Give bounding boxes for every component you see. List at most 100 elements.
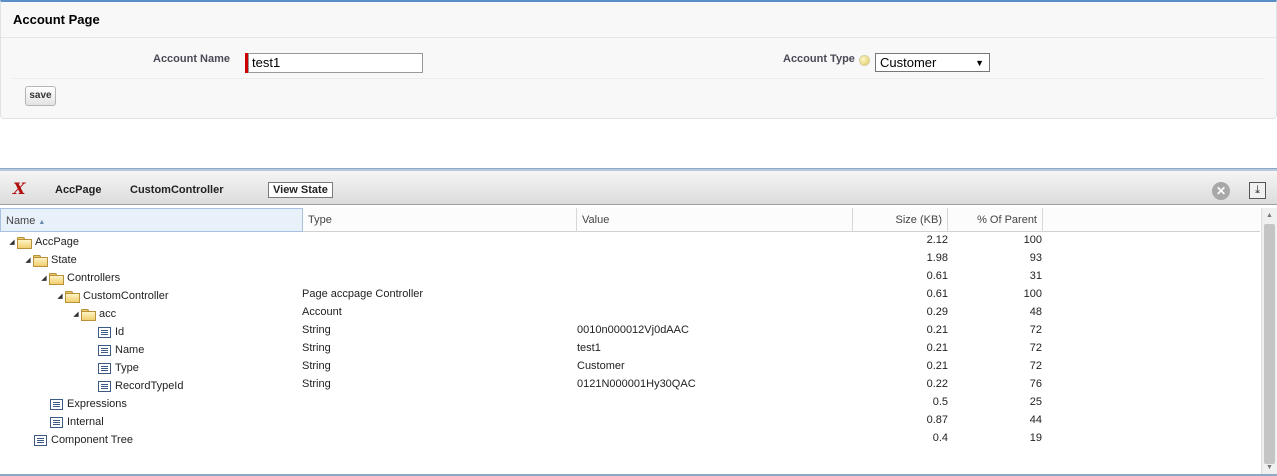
tree-node-label: acc — [99, 308, 117, 320]
collapse-triangle-icon[interactable]: ◢ — [39, 274, 49, 282]
collapse-triangle-icon[interactable]: ◢ — [7, 238, 17, 246]
cell-size: 1.98 — [926, 252, 948, 264]
tree-node-label: Id — [115, 326, 125, 338]
tree-row[interactable]: Name String test1 0.21 72 — [0, 341, 1260, 359]
tree-node-label: State — [51, 254, 77, 266]
column-header-size[interactable]: Size (KB) — [853, 208, 948, 232]
cell-percent: 93 — [1029, 252, 1042, 264]
tree-node-label: Internal — [67, 416, 104, 428]
cell-value: 0010n000012Vj0dAAC — [577, 324, 689, 336]
tree-row[interactable]: RecordTypeId String 0121N000001Hy30QAC 0.22… — [0, 377, 1260, 395]
account-type-label: Account Type — [783, 53, 855, 65]
tree-node-label: Name — [115, 344, 145, 356]
tree-node: Name — [87, 341, 144, 359]
close-icon[interactable]: ✕ — [1212, 182, 1230, 200]
tree-node: ◢ CustomController — [55, 287, 169, 305]
tree-row[interactable]: Component Tree 0.4 19 — [0, 431, 1260, 449]
tree-node: ◢ AccPage — [7, 233, 79, 251]
grid-header: Name ▲ Type Value Size (KB) % Of Parent — [0, 208, 1260, 232]
help-icon[interactable] — [859, 55, 870, 66]
column-header-value[interactable]: Value — [577, 208, 853, 232]
cell-percent: 48 — [1029, 306, 1042, 318]
cell-percent: 72 — [1029, 342, 1042, 354]
tree-node-label: CustomController — [83, 290, 169, 302]
tree-node-label: Type — [115, 362, 139, 374]
cell-size: 0.21 — [926, 324, 948, 336]
sort-ascending-icon: ▲ — [38, 219, 46, 226]
page-title: Account Page — [13, 12, 100, 27]
collapse-triangle-icon[interactable]: ◢ — [23, 256, 33, 264]
field-icon — [98, 344, 111, 356]
cell-value: Customer — [577, 360, 625, 372]
tree-row[interactable]: ◢ Controllers 0.61 31 — [0, 269, 1260, 287]
tree-node-label: RecordTypeId — [115, 380, 184, 392]
cell-type: Page accpage Controller — [302, 288, 424, 300]
scroll-thumb[interactable] — [1264, 224, 1275, 464]
tree-node: Id — [87, 323, 124, 341]
tree-row[interactable]: ◢ State 1.98 93 — [0, 251, 1260, 269]
folder-icon — [49, 272, 64, 285]
account-name-input[interactable]: test1 — [248, 53, 423, 73]
cell-value: test1 — [577, 342, 601, 354]
account-type-selected-value: Customer — [880, 55, 937, 70]
column-header-name[interactable]: Name ▲ — [0, 208, 303, 232]
cell-percent: 31 — [1029, 270, 1042, 282]
cell-percent: 19 — [1029, 432, 1042, 444]
column-header-percent[interactable]: % Of Parent — [948, 208, 1043, 232]
account-type-select[interactable]: Customer ▼ — [875, 53, 990, 72]
tree-node: RecordTypeId — [87, 377, 183, 395]
download-icon[interactable]: ⤓ — [1249, 182, 1266, 199]
cell-type: String — [302, 342, 331, 354]
tree-row[interactable]: Internal 0.87 44 — [0, 413, 1260, 431]
tab-customcontroller[interactable]: CustomController — [130, 184, 224, 196]
collapse-triangle-icon[interactable]: ◢ — [55, 292, 65, 300]
folder-icon — [33, 254, 48, 267]
tree-row[interactable]: ◢ AccPage 2.12 100 — [0, 233, 1260, 251]
tree-node-label: AccPage — [35, 236, 80, 248]
cell-type: String — [302, 324, 331, 336]
column-header-type[interactable]: Type — [303, 208, 577, 232]
tree-node: ◢ Controllers — [39, 269, 120, 287]
form-divider — [13, 78, 1264, 79]
cell-type: String — [302, 360, 331, 372]
cell-percent: 25 — [1029, 396, 1042, 408]
cell-percent: 72 — [1029, 324, 1042, 336]
tree-node: Component Tree — [23, 431, 133, 449]
tree-node-label: Controllers — [67, 272, 121, 284]
cell-type: String — [302, 378, 331, 390]
tree-row[interactable]: Id String 0010n000012Vj0dAAC 0.21 72 — [0, 323, 1260, 341]
collapse-triangle-icon[interactable]: ◢ — [71, 310, 81, 318]
header-divider — [1, 37, 1276, 38]
save-button[interactable]: save — [25, 86, 56, 106]
cell-size: 0.61 — [926, 288, 948, 300]
cell-size: 0.21 — [926, 360, 948, 372]
tree-node-label: Expressions — [67, 398, 127, 410]
scroll-down-arrow-icon[interactable]: ▼ — [1266, 464, 1273, 471]
account-name-label: Account Name — [153, 53, 231, 65]
tree-node-label: Component Tree — [51, 434, 133, 446]
tree-node: ◢ acc — [71, 305, 116, 323]
scroll-up-arrow-icon[interactable]: ▲ — [1266, 212, 1273, 219]
tree-row[interactable]: ◢ CustomController Page accpage Controller… — [0, 287, 1260, 305]
tab-view-state[interactable]: View State — [268, 182, 333, 198]
folder-icon — [81, 308, 96, 321]
tree-row[interactable]: Type String Customer 0.21 72 — [0, 359, 1260, 377]
tree-row[interactable]: ◢ acc Account 0.29 48 — [0, 305, 1260, 323]
cell-size: 0.29 — [926, 306, 948, 318]
cell-size: 2.12 — [926, 234, 948, 246]
field-icon — [34, 434, 47, 446]
field-icon — [98, 380, 111, 392]
tree-row[interactable]: Expressions 0.5 25 — [0, 395, 1260, 413]
account-page-block: Account Page Account Name test1 Account … — [0, 0, 1277, 119]
folder-icon — [65, 290, 80, 303]
field-icon — [50, 416, 63, 428]
tab-accpage[interactable]: AccPage — [55, 184, 101, 196]
vertical-scrollbar[interactable]: ▲ ▼ — [1261, 208, 1277, 474]
cell-value: 0121N000001Hy30QAC — [577, 378, 696, 390]
cell-percent: 100 — [1023, 288, 1042, 300]
column-header-name-label: Name — [6, 215, 36, 227]
field-icon — [98, 326, 111, 338]
cell-size: 0.87 — [926, 414, 948, 426]
dropdown-arrow-icon: ▼ — [975, 58, 984, 68]
cell-size: 0.22 — [926, 378, 948, 390]
